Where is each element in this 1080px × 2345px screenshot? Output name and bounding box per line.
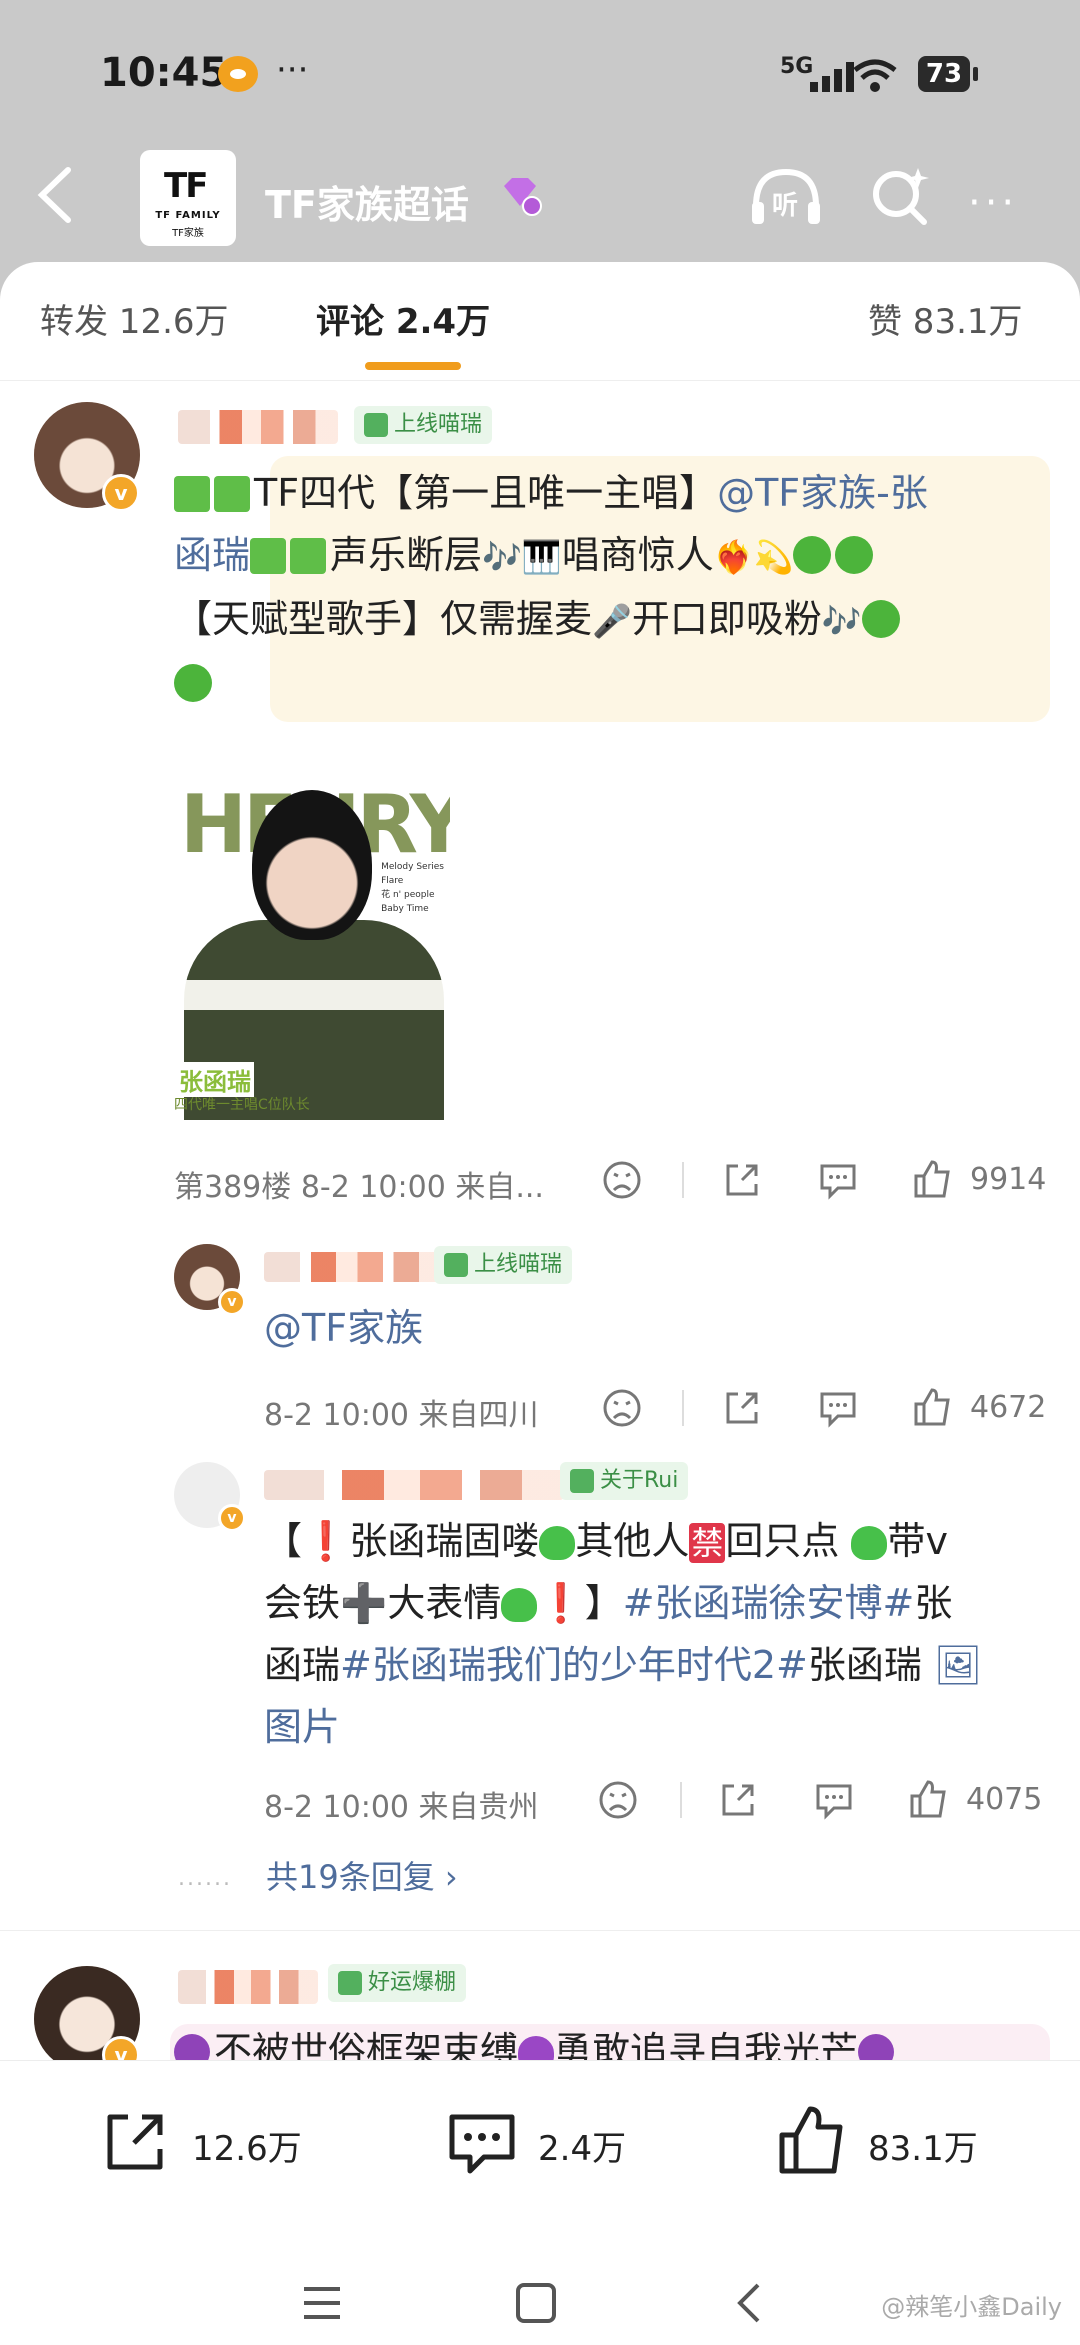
like-count: 4075 xyxy=(966,1782,1043,1817)
signal-icon xyxy=(810,62,854,92)
share-icon[interactable] xyxy=(722,1388,762,1428)
reply-text: 【❗张函瑞固喽 其他人禁回只点 带v 会铁➕大表情 ❗】#张函瑞徐安博#张 函瑞#张… xyxy=(264,1519,983,1749)
dislike-icon[interactable] xyxy=(602,1160,642,1200)
logo-subtext: TF家族 xyxy=(172,228,204,239)
image-caption-sub: 四代唯一主唱C位队长 xyxy=(174,1097,310,1113)
topic-header: TF TF FAMILY TF家族 TF家族超话 听 ··· xyxy=(0,140,1080,260)
username-redacted[interactable] xyxy=(178,1970,318,2004)
hashtag-link[interactable]: #张函瑞我们的少年时代2# xyxy=(340,1643,808,1687)
more-menu-icon[interactable]: ··· xyxy=(968,180,1018,226)
verified-badge-icon: v xyxy=(218,1288,246,1316)
username-redacted[interactable] xyxy=(178,410,338,444)
topic-logo[interactable]: TF TF FAMILY TF家族 xyxy=(140,150,236,246)
divider xyxy=(0,1930,1080,1931)
like-button[interactable]: 83.1万 xyxy=(776,2099,1036,2179)
hashtag-link[interactable]: #张函瑞徐安博# xyxy=(623,1581,915,1625)
logo-mark: TF xyxy=(164,166,208,206)
comment-button[interactable]: 2.4万 xyxy=(446,2099,666,2179)
diamond-icon xyxy=(504,178,542,216)
comment-icon[interactable] xyxy=(814,1780,854,1820)
tab-comments[interactable]: 评论 2.4万 xyxy=(316,294,490,343)
svg-text:听: 听 xyxy=(772,191,798,221)
like-count: 9914 xyxy=(970,1162,1047,1197)
tab-bar: 转发 12.6万 评论 2.4万 赞 83.1万 xyxy=(0,262,1080,381)
username-redacted[interactable] xyxy=(264,1252,444,1282)
fan-tag: 好运爆棚 xyxy=(328,1964,467,2002)
tab-repost[interactable]: 转发 12.6万 xyxy=(40,294,229,343)
fan-tag: 关于Rui xyxy=(560,1462,689,1500)
search-icon[interactable] xyxy=(868,164,932,228)
home-icon[interactable] xyxy=(514,2283,558,2323)
reply-meta: 8-2 10:00 来自贵州 xyxy=(264,1790,539,1825)
dislike-icon[interactable] xyxy=(598,1780,638,1820)
comment-meta: 第389楼 8-2 10:00 来自... xyxy=(174,1170,544,1205)
share-icon xyxy=(107,2114,163,2170)
status-time: 10:45 xyxy=(100,50,228,96)
active-tab-indicator xyxy=(365,362,461,370)
comment-text: 不被世俗框架束缚 勇敢追寻自我光芒 xyxy=(174,2020,1054,2060)
tab-likes[interactable]: 赞 83.1万 xyxy=(868,294,1023,343)
comment-text: TF四代【第一且唯一主唱】@TF家族-张 函瑞 声乐断层🎶🎹唱商惊人❤‍🔥💫 【天… xyxy=(174,462,1054,714)
dislike-icon[interactable] xyxy=(602,1388,642,1428)
battery-indicator: 73 xyxy=(918,56,978,92)
username-redacted[interactable] xyxy=(264,1470,564,1500)
bottom-action-bar: 12.6万 2.4万 83.1万 @辣笔小鑫Daily xyxy=(0,2060,1080,2345)
listen-icon[interactable]: 听 xyxy=(748,162,824,232)
menu-icon[interactable] xyxy=(300,2283,344,2323)
like-icon[interactable] xyxy=(912,1158,952,1200)
mention-link-cont[interactable]: 函瑞 xyxy=(174,533,250,577)
fan-tag-icon xyxy=(338,1971,362,1995)
view-more-replies[interactable]: 共19条回复 › xyxy=(266,1852,458,1898)
repost-button[interactable]: 12.6万 xyxy=(100,2099,320,2179)
watermark: @辣笔小鑫Daily xyxy=(881,2293,1062,2321)
more-notifications-icon: ··· xyxy=(276,50,309,90)
share-icon[interactable] xyxy=(722,1160,762,1200)
thread-dots: ...... xyxy=(178,1866,232,1891)
wifi-icon xyxy=(853,59,897,92)
image-caption-name: 张函瑞 xyxy=(176,1062,254,1097)
weibo-notification-icon xyxy=(218,56,258,92)
comment-icon[interactable] xyxy=(818,1388,858,1428)
like-icon[interactable] xyxy=(912,1386,952,1428)
comment-icon xyxy=(449,2114,515,2174)
comment-image[interactable]: HENRY Melody Series Flare 花 n' people Ba… xyxy=(174,750,450,1120)
like-icon[interactable] xyxy=(908,1778,948,1820)
reply-meta: 8-2 10:00 来自四川 xyxy=(264,1398,539,1433)
verified-badge-icon: v xyxy=(102,474,140,512)
fan-tag-icon xyxy=(444,1253,468,1277)
back-nav-icon[interactable] xyxy=(730,2281,770,2325)
image-link[interactable]: 图片 xyxy=(264,1705,340,1749)
mention-link[interactable]: @TF家族-张 xyxy=(717,471,928,515)
fan-tag: 上线喵瑞 xyxy=(354,406,493,444)
fan-tag-icon xyxy=(364,413,388,437)
page-title[interactable]: TF家族超话 xyxy=(265,174,469,229)
status-bar: 10:45 ··· 5G 73 xyxy=(0,0,1080,150)
fan-tag: 上线喵瑞 xyxy=(434,1246,573,1284)
share-icon[interactable] xyxy=(718,1780,758,1820)
mention-link[interactable]: @TF家族 xyxy=(264,1306,423,1350)
image-setlist: Melody Series Flare 花 n' people Baby Tim… xyxy=(381,862,444,914)
like-icon xyxy=(779,2106,843,2174)
image-link-icon[interactable]: 🖼 xyxy=(934,1643,982,1687)
back-arrow-icon[interactable] xyxy=(30,160,80,230)
like-count: 4672 xyxy=(970,1390,1047,1425)
comment-icon[interactable] xyxy=(818,1160,858,1200)
logo-text: TF FAMILY xyxy=(155,210,221,221)
reply-text: @TF家族 xyxy=(264,1297,423,1359)
verified-badge-icon: v xyxy=(218,1504,246,1532)
fan-tag-icon xyxy=(570,1469,594,1493)
